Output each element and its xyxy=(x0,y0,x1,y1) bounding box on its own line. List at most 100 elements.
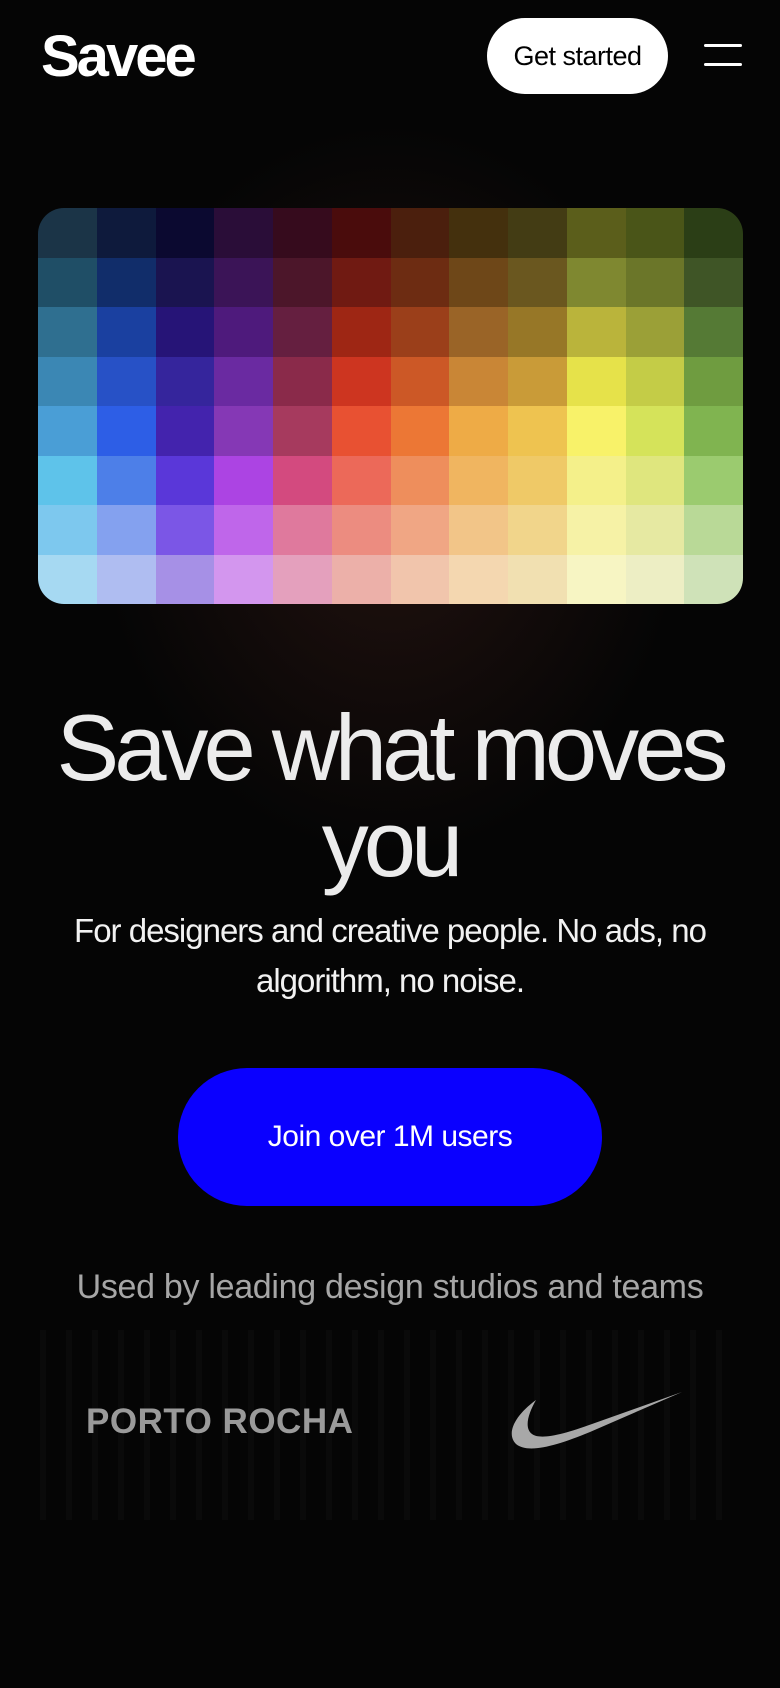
palette-swatch xyxy=(96,554,156,604)
palette-swatch xyxy=(155,208,215,258)
palette-swatch xyxy=(684,455,743,505)
palette-swatch xyxy=(449,505,508,555)
palette-swatch xyxy=(331,455,391,505)
porto-rocha-logo: PORTO ROCHA xyxy=(86,1402,354,1441)
palette-swatch xyxy=(625,406,685,456)
palette-swatch xyxy=(155,307,215,357)
palette-swatch xyxy=(449,554,508,604)
page: Savee Get started Save what moves you Fo… xyxy=(0,0,780,1688)
get-started-button[interactable]: Get started xyxy=(487,18,668,94)
palette-swatch xyxy=(214,455,273,505)
palette-swatch xyxy=(508,455,567,505)
palette-swatch xyxy=(155,455,215,505)
palette-swatch xyxy=(390,356,450,406)
palette-swatch xyxy=(684,554,743,604)
palette-swatch xyxy=(625,356,685,406)
join-button[interactable]: Join over 1M users xyxy=(178,1068,602,1206)
palette-swatch xyxy=(508,208,567,258)
palette-swatch xyxy=(566,208,626,258)
palette-swatch xyxy=(566,455,626,505)
palette-swatch xyxy=(38,208,97,258)
palette-swatch xyxy=(331,505,391,555)
palette-swatch xyxy=(96,356,156,406)
palette-swatch xyxy=(566,505,626,555)
palette-swatch xyxy=(273,455,332,505)
site-header: Savee Get started xyxy=(0,0,780,112)
palette-swatch xyxy=(38,554,97,604)
palette-swatch xyxy=(684,505,743,555)
palette-swatch xyxy=(273,307,332,357)
palette-swatch xyxy=(449,208,508,258)
menu-line xyxy=(704,44,742,47)
palette-swatch xyxy=(566,406,626,456)
palette-swatch xyxy=(566,554,626,604)
palette-swatch xyxy=(38,505,97,555)
palette-swatch xyxy=(449,257,508,307)
palette-swatch xyxy=(625,307,685,357)
hamburger-menu-icon[interactable] xyxy=(704,42,742,68)
palette-swatch xyxy=(566,257,626,307)
palette-swatch xyxy=(390,307,450,357)
client-logos: PORTO ROCHA xyxy=(40,1330,740,1520)
palette-swatch xyxy=(449,307,508,357)
palette-swatch xyxy=(449,406,508,456)
palette-swatch xyxy=(508,257,567,307)
palette-swatch xyxy=(625,257,685,307)
palette-swatch xyxy=(684,356,743,406)
color-palette-grid xyxy=(38,208,743,604)
palette-swatch xyxy=(96,257,156,307)
savee-logo[interactable]: Savee xyxy=(41,24,197,90)
palette-swatch xyxy=(625,455,685,505)
palette-swatch xyxy=(96,307,156,357)
palette-swatch xyxy=(508,406,567,456)
palette-swatch xyxy=(96,505,156,555)
palette-swatch xyxy=(566,356,626,406)
palette-swatch xyxy=(331,356,391,406)
palette-swatch xyxy=(155,505,215,555)
palette-swatch xyxy=(508,554,567,604)
palette-swatch xyxy=(331,554,391,604)
palette-swatch xyxy=(331,208,391,258)
hero-headline: Save what moves you xyxy=(56,695,729,896)
palette-swatch xyxy=(273,406,332,456)
palette-swatch xyxy=(96,208,156,258)
menu-line xyxy=(704,63,742,66)
palette-swatch xyxy=(214,505,273,555)
palette-swatch xyxy=(96,455,156,505)
palette-swatch xyxy=(684,307,743,357)
palette-swatch xyxy=(390,208,450,258)
palette-swatch xyxy=(684,257,743,307)
palette-swatch xyxy=(684,208,743,258)
palette-swatch xyxy=(155,554,215,604)
palette-swatch xyxy=(508,356,567,406)
palette-swatch xyxy=(214,257,273,307)
palette-swatch xyxy=(155,257,215,307)
palette-swatch xyxy=(390,505,450,555)
palette-swatch xyxy=(214,356,273,406)
palette-swatch xyxy=(214,208,273,258)
palette-swatch xyxy=(331,406,391,456)
palette-swatch xyxy=(38,356,97,406)
palette-swatch xyxy=(38,455,97,505)
palette-swatch xyxy=(155,406,215,456)
palette-swatch xyxy=(96,406,156,456)
palette-swatch xyxy=(273,505,332,555)
palette-swatch xyxy=(273,356,332,406)
palette-swatch xyxy=(214,307,273,357)
palette-swatch xyxy=(331,257,391,307)
palette-swatch xyxy=(566,307,626,357)
palette-swatch xyxy=(625,208,685,258)
social-proof-caption: Used by leading design studios and teams xyxy=(76,1268,704,1306)
palette-swatch xyxy=(684,406,743,456)
palette-swatch xyxy=(155,356,215,406)
palette-swatch xyxy=(214,554,273,604)
palette-swatch xyxy=(625,505,685,555)
palette-swatch xyxy=(38,257,97,307)
palette-swatch xyxy=(38,406,97,456)
palette-swatch xyxy=(273,208,332,258)
palette-swatch xyxy=(449,455,508,505)
palette-swatch xyxy=(331,307,391,357)
palette-swatch xyxy=(214,406,273,456)
palette-swatch xyxy=(38,307,97,357)
palette-swatch xyxy=(625,554,685,604)
